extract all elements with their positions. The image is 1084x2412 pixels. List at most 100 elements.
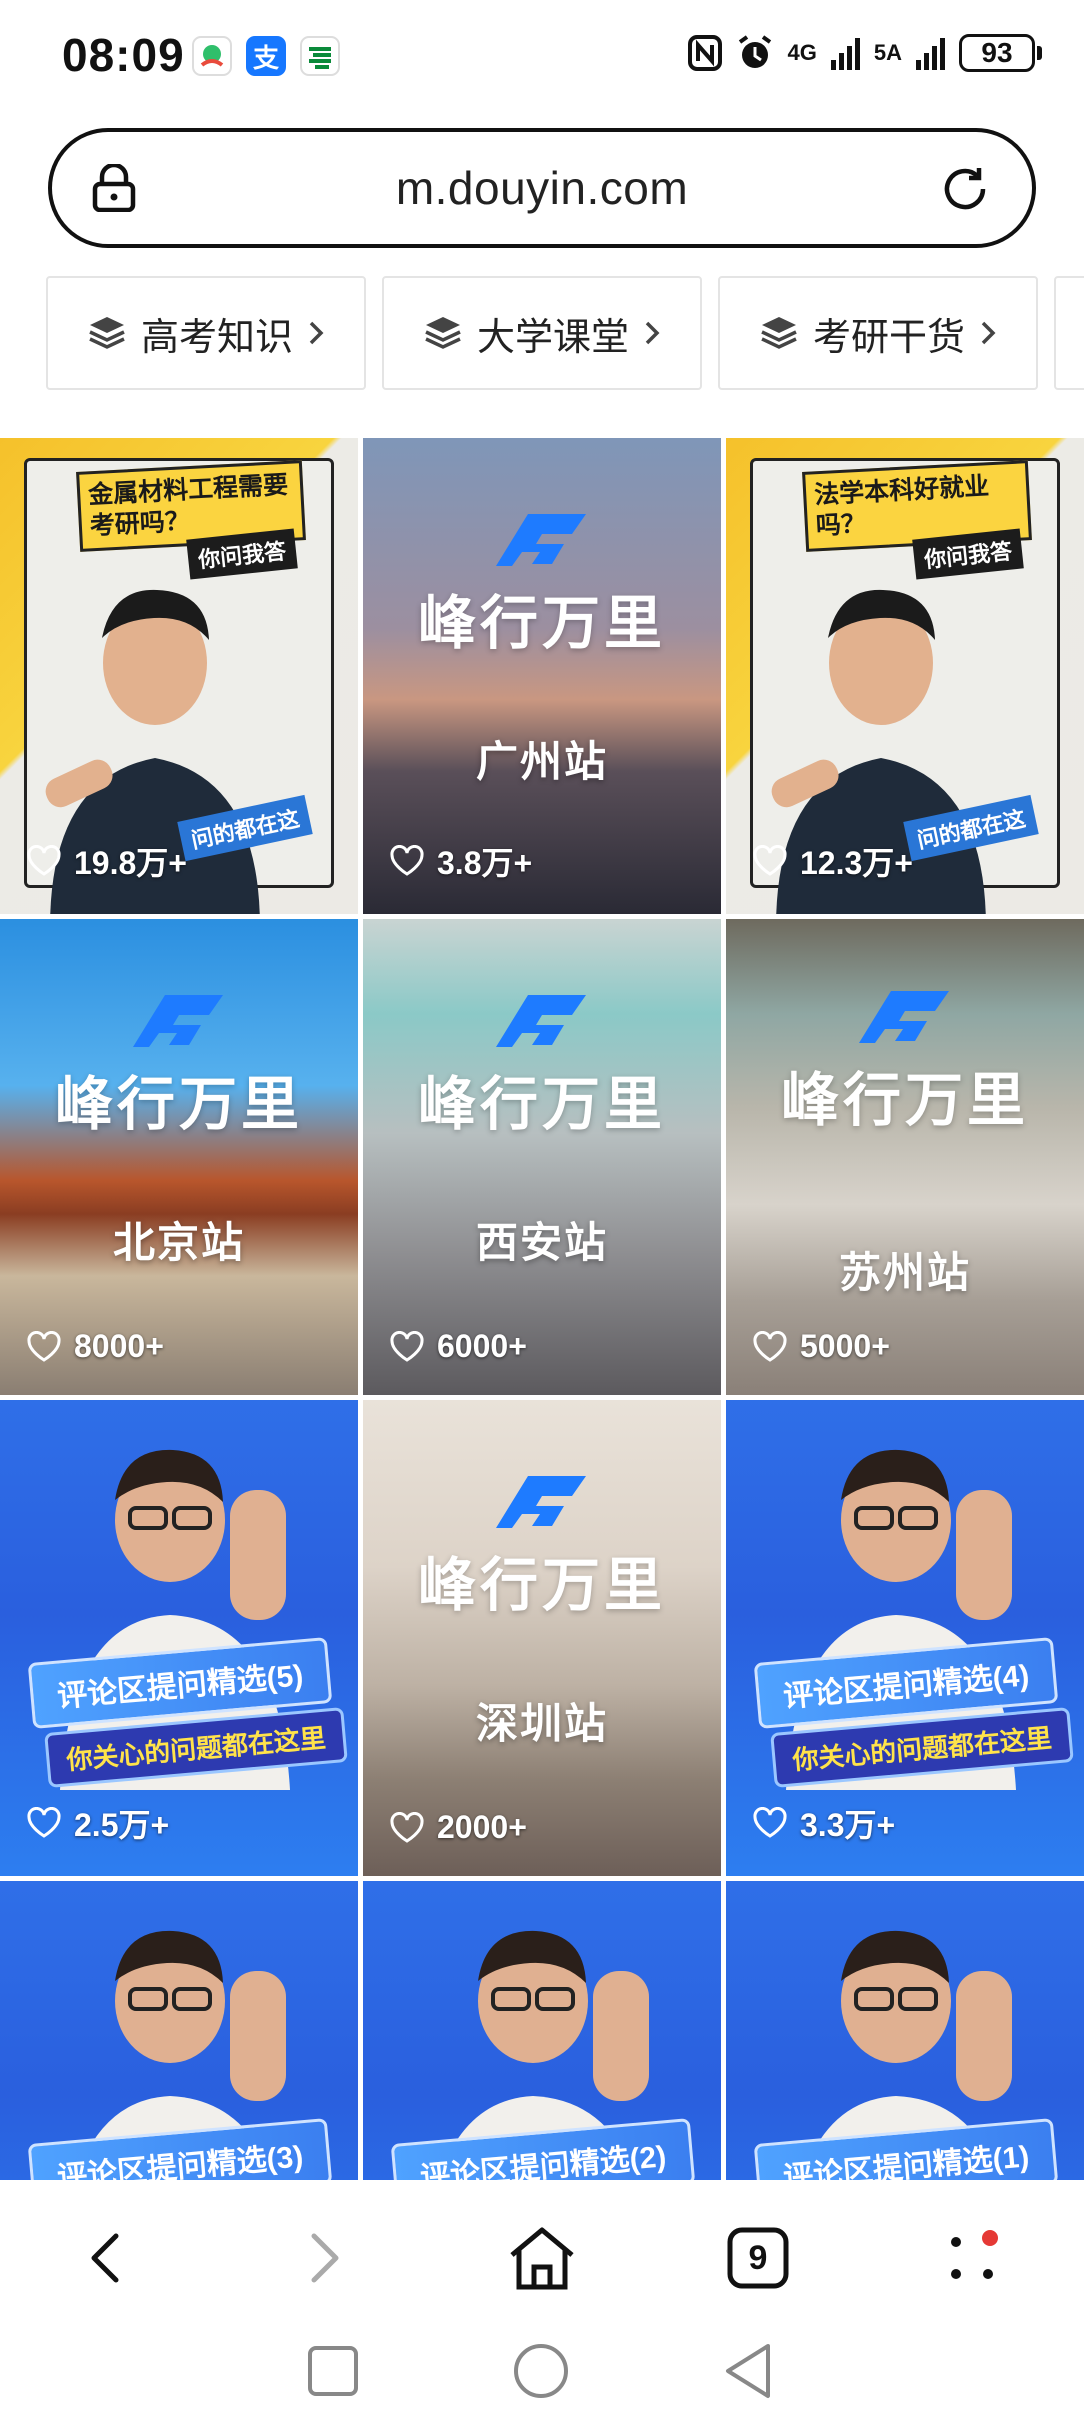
- forward-button[interactable]: [284, 2218, 364, 2298]
- brand-logo: 峰行万里: [726, 985, 1084, 1137]
- heart-icon: [753, 1330, 787, 1362]
- status-bar: 08:09 支 4G 5A 93: [0, 0, 1084, 110]
- menu-button[interactable]: [934, 2218, 1014, 2298]
- like-count-text: 12.3万+: [800, 845, 913, 881]
- like-count-text: 6000+: [437, 1328, 527, 1364]
- back-triangle-icon[interactable]: [722, 2342, 774, 2400]
- heart-icon: [753, 845, 787, 876]
- station-name: 深圳站: [475, 1700, 608, 1747]
- video-tile[interactable]: 峰行万里 深圳站 2000+: [363, 1400, 721, 1876]
- like-count: 6000+: [389, 1328, 527, 1365]
- brand-logo: 峰行万里: [363, 989, 721, 1141]
- fengxing-logo-icon: [133, 995, 223, 1047]
- video-tile[interactable]: 峰行万里 北京站 8000+: [0, 919, 358, 1395]
- status-indicators: 4G 5A 93: [687, 34, 1042, 72]
- like-count: 12.3万+: [752, 838, 913, 884]
- like-count-text: 19.8万+: [74, 845, 187, 881]
- network-4g-label: 4G: [787, 40, 817, 65]
- status-time: 08:09: [62, 29, 185, 81]
- category-label: 高考知识: [140, 316, 293, 359]
- browser-toolbar: 9: [0, 2180, 1084, 2330]
- video-tile[interactable]: 评论区提问精选(5) 你关心的问题都在这里 2.5万+: [0, 1400, 358, 1876]
- heart-icon: [753, 1807, 787, 1838]
- brand-logo: 峰行万里: [0, 989, 358, 1141]
- video-grid: 金属材料工程需要考研吗？ 你问我答 问的都在这 19.8万+ 峰行万里 广州站 …: [0, 438, 1084, 2180]
- station-name: 广州站: [475, 738, 608, 785]
- station-name: 北京站: [112, 1219, 245, 1266]
- heart-icon: [27, 1330, 61, 1362]
- video-tile[interactable]: 评论区提问精选(2): [363, 1881, 721, 2180]
- signal-icon: [830, 36, 860, 70]
- fengxing-logo-icon: [859, 991, 949, 1043]
- like-count-text: 8000+: [74, 1328, 164, 1364]
- category-kaoyan[interactable]: 考研干货: [718, 276, 1038, 390]
- fengxing-logo-icon: [496, 1476, 586, 1528]
- refresh-icon[interactable]: [938, 162, 992, 216]
- heart-icon: [390, 845, 424, 876]
- tabs-button[interactable]: 9: [718, 2218, 798, 2298]
- video-tile[interactable]: 评论区提问精选(1): [726, 1881, 1084, 2180]
- like-count: 8000+: [26, 1328, 164, 1365]
- brand-name: 峰行万里: [417, 591, 666, 656]
- system-navigation-bar: [0, 2330, 1084, 2412]
- signal-icon-2: [916, 36, 945, 70]
- video-tile[interactable]: 峰行万里 西安站 6000+: [363, 919, 721, 1395]
- station-name: 西安站: [475, 1219, 608, 1266]
- like-count: 3.3万+: [752, 1800, 895, 1846]
- back-button[interactable]: [66, 2218, 146, 2298]
- recent-apps-icon[interactable]: [306, 2344, 360, 2398]
- tabs-count: 9: [748, 2238, 768, 2277]
- heart-icon: [27, 845, 61, 876]
- category-tabs: 高考知识 大学课堂 考研干货: [46, 276, 1084, 390]
- heart-icon: [27, 1807, 61, 1838]
- station-name: 苏州站: [838, 1249, 971, 1296]
- address-bar[interactable]: m.douyin.com: [48, 128, 1036, 248]
- brand-logo: 峰行万里: [363, 508, 721, 660]
- forward-icon: [311, 2233, 339, 2283]
- chevron-right-icon: [309, 321, 324, 345]
- weather-icon: [192, 36, 232, 76]
- nfc-icon: [687, 35, 722, 71]
- category-more[interactable]: [1054, 276, 1084, 390]
- like-count-text: 2.5万+: [74, 1807, 170, 1843]
- home-icon: [510, 2227, 574, 2290]
- video-tile[interactable]: 峰行万里 苏州站 5000+: [726, 919, 1084, 1395]
- brand-name: 峰行万里: [780, 1068, 1029, 1133]
- like-count: 19.8万+: [26, 838, 187, 884]
- layers-icon: [425, 317, 461, 349]
- like-count: 5000+: [752, 1328, 890, 1365]
- post-icon: [300, 36, 340, 76]
- category-label: 大学课堂: [476, 316, 629, 359]
- menu-icon: [951, 2230, 998, 2279]
- lock-icon[interactable]: [92, 164, 136, 212]
- brand-name: 峰行万里: [417, 1072, 666, 1137]
- video-tile[interactable]: 金属材料工程需要考研吗？ 你问我答 问的都在这 19.8万+: [0, 438, 358, 914]
- fengxing-logo-icon: [496, 995, 586, 1047]
- video-tile[interactable]: 评论区提问精选(4) 你关心的问题都在这里 3.3万+: [726, 1400, 1084, 1876]
- video-tile[interactable]: 法学本科好就业吗？ 你问我答 问的都在这 12.3万+: [726, 438, 1084, 914]
- like-count-text: 2000+: [437, 1809, 527, 1845]
- battery-icon: 93: [959, 34, 1042, 72]
- back-icon: [91, 2233, 119, 2283]
- category-label: 考研干货: [812, 316, 965, 359]
- chevron-right-icon: [981, 321, 996, 345]
- video-tile[interactable]: 评论区提问精选(3): [0, 1881, 358, 2180]
- like-count: 2.5万+: [26, 1800, 169, 1846]
- category-university[interactable]: 大学课堂: [382, 276, 702, 390]
- brand-logo: 峰行万里: [363, 1470, 721, 1622]
- layers-icon: [89, 317, 125, 349]
- like-count-text: 5000+: [800, 1328, 890, 1364]
- notification-icons: 支: [192, 36, 340, 76]
- like-count-text: 3.8万+: [437, 845, 533, 881]
- brand-name: 峰行万里: [54, 1072, 303, 1137]
- home-button[interactable]: [502, 2218, 582, 2298]
- like-count-text: 3.3万+: [800, 1807, 896, 1843]
- category-gaokao[interactable]: 高考知识: [46, 276, 366, 390]
- battery-level: 93: [981, 37, 1013, 68]
- chevron-right-icon: [645, 321, 660, 345]
- home-circle-icon[interactable]: [512, 2342, 570, 2400]
- video-tile[interactable]: 峰行万里 广州站 3.8万+: [363, 438, 721, 914]
- heart-icon: [390, 1330, 424, 1362]
- alipay-icon: 支: [246, 36, 286, 76]
- url-text[interactable]: m.douyin.com: [396, 161, 688, 215]
